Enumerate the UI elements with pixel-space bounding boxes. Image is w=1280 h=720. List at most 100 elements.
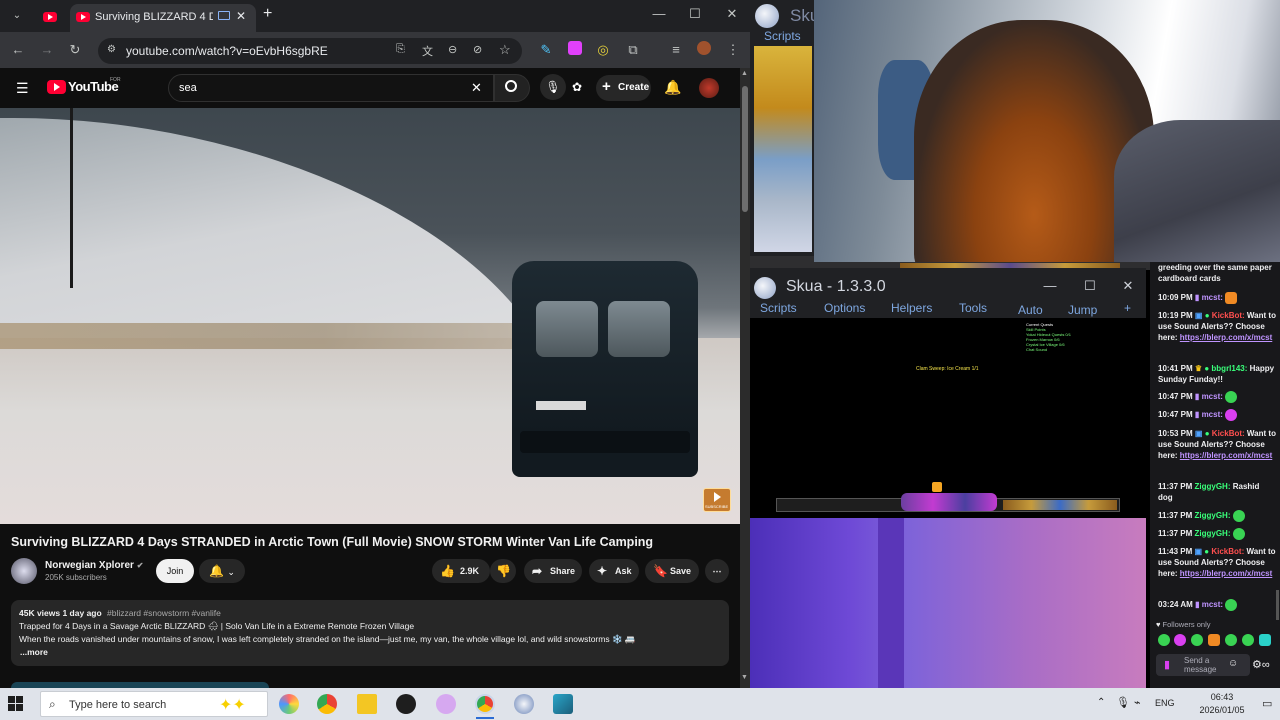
emote-pink-icon[interactable] [1174, 634, 1186, 646]
more-actions-button[interactable]: ⋯ [705, 559, 729, 583]
skua-maximize-icon[interactable]: ☐ [1082, 278, 1098, 294]
skua-minimize-icon[interactable]: — [1042, 278, 1058, 293]
language-indicator[interactable]: ENG [1155, 698, 1175, 708]
chat-username[interactable]: mcst: [1202, 410, 1223, 419]
minimize-icon[interactable]: — [647, 6, 671, 21]
skua-app-icon[interactable] [514, 694, 534, 714]
emote-teal-icon[interactable] [1259, 634, 1271, 646]
bookmark-star-icon[interactable]: ☆ [499, 42, 511, 58]
skua-top-game-view[interactable] [754, 46, 812, 252]
snipping-tool-icon[interactable] [436, 694, 456, 714]
maximize-icon[interactable]: ☐ [683, 6, 707, 22]
hamburger-menu-icon[interactable]: ☰ [16, 80, 29, 97]
description-box[interactable]: 45K views 1 day ago #blizzard #snowstorm… [11, 600, 729, 666]
emote-orange-icon[interactable] [1208, 634, 1220, 646]
address-bar[interactable]: ⚙ youtube.com/watch?v=oEvbH6sgbRE ⎘ 文 ⊖ … [98, 38, 522, 64]
page-scrollbar[interactable]: ▲ ▼ [740, 68, 750, 688]
share-button[interactable]: ➦ Share [524, 559, 582, 583]
search-highlight-icon[interactable]: ✦✦ [219, 695, 246, 715]
chat-link[interactable]: https://blerp.com/x/mcst [1180, 569, 1272, 578]
video-player[interactable]: SUBSCRIBE [0, 108, 740, 524]
close-window-icon[interactable]: ✕ [720, 6, 744, 22]
chat-link[interactable]: https://blerp.com/x/mcst [1180, 451, 1272, 460]
save-button[interactable]: 🔖 Save [645, 559, 699, 583]
youtube-logo-icon[interactable] [47, 80, 66, 94]
eye-off-icon[interactable]: ⊘ [473, 43, 482, 56]
skua-menu-auto[interactable]: Auto [1018, 303, 1043, 317]
chrome-active-icon[interactable] [475, 694, 495, 714]
obs-icon[interactable] [396, 694, 416, 714]
emoji-picker-icon[interactable]: ☺ [1228, 658, 1238, 669]
skua-menu-helpers[interactable]: Helpers [891, 301, 932, 315]
chat-message-input[interactable]: ▮ Send a message ☺ [1156, 654, 1250, 676]
scroll-down-icon[interactable]: ▼ [741, 674, 748, 681]
new-tab-button[interactable]: + [263, 5, 272, 23]
show-more-link[interactable]: ...more [20, 647, 48, 657]
create-button[interactable]: + Create [596, 75, 651, 101]
channel-name[interactable]: Norwegian Xplorer ✔ [45, 560, 143, 571]
install-app-icon[interactable]: ⎘ [396, 43, 405, 56]
tab-search-button[interactable]: ⌄ [8, 7, 26, 25]
windows-start-icon[interactable] [8, 696, 24, 712]
chat-settings-icon[interactable]: ⚙∞ [1252, 658, 1270, 671]
media-queue-icon[interactable]: ≡ [667, 41, 685, 59]
skua-menu-options[interactable]: Options [824, 301, 865, 315]
back-icon[interactable]: ← [9, 41, 27, 59]
tab-active[interactable]: Surviving BLIZZARD 4 Days ✕ [70, 4, 256, 32]
badge-select-icon[interactable]: ▮ [1164, 658, 1170, 671]
emote-green-icon[interactable] [1191, 634, 1203, 646]
skua-menu-plus[interactable]: + [1124, 301, 1131, 315]
extension-2-icon[interactable] [566, 41, 584, 59]
chat-username[interactable]: mcst: [1202, 600, 1223, 609]
profile-avatar[interactable] [695, 41, 713, 59]
reload-icon[interactable]: ↻ [66, 41, 84, 59]
clear-search-icon[interactable]: ✕ [471, 80, 482, 96]
clock-date[interactable]: 2026/01/05 [1188, 705, 1256, 715]
scroll-up-icon[interactable]: ▲ [741, 70, 748, 77]
chat-username[interactable]: ZiggyGH: [1194, 482, 1230, 491]
tab-youtube-inactive[interactable] [36, 6, 66, 28]
chat-username[interactable]: bbgrl143: [1211, 364, 1247, 373]
translate-icon[interactable]: 文 [422, 43, 433, 59]
taskbar-search-input[interactable]: ⌕ Type here to search ✦✦ [40, 691, 268, 717]
chat-username[interactable]: mcst: [1202, 293, 1223, 302]
browser-menu-icon[interactable]: ⋮ [724, 41, 742, 59]
voice-search-icon[interactable]: 🎙 [540, 74, 566, 100]
emote-green-icon[interactable] [1242, 634, 1254, 646]
search-button[interactable] [494, 74, 530, 102]
tab-close-icon[interactable]: ✕ [236, 9, 246, 23]
skua-menu-tools[interactable]: Tools [959, 301, 987, 315]
hotbar-skills[interactable] [901, 493, 997, 511]
extensions-puzzle-icon[interactable]: ⧉ [624, 41, 642, 59]
game-hotbar[interactable] [776, 493, 1120, 512]
clock-time[interactable]: 06:43 [1188, 692, 1256, 702]
tray-chevron-icon[interactable]: ⌃ [1097, 697, 1105, 708]
skua-close-icon[interactable]: ✕ [1120, 278, 1136, 294]
game-app-icon[interactable] [553, 694, 573, 714]
hashtags[interactable]: #blizzard #snowstorm #vanlife [107, 608, 221, 618]
chat-username[interactable]: KickBot: [1212, 311, 1245, 320]
join-button[interactable]: Join [156, 559, 194, 583]
youtube-search-input[interactable]: sea ✕ [168, 74, 494, 102]
microphone-tray-icon[interactable]: 🎙 [1116, 696, 1130, 709]
subscribe-watermark[interactable]: SUBSCRIBE [703, 488, 731, 512]
extension-badge-icon[interactable]: ✿ [572, 80, 582, 94]
chrome-icon[interactable] [317, 694, 337, 714]
skua-menu-jump[interactable]: Jump [1068, 303, 1097, 317]
site-info-icon[interactable]: ⚙ [107, 44, 116, 55]
channel-avatar[interactable] [11, 558, 37, 584]
notifications-tray-icon[interactable]: ▭ [1262, 697, 1272, 710]
file-explorer-icon[interactable] [357, 694, 377, 714]
chat-scrollbar[interactable] [1276, 590, 1279, 620]
skua-game-view[interactable]: Clam Sweep: Ice Cream 1/1 Current Quests… [750, 318, 1146, 518]
like-button[interactable]: 👍 2.9K [432, 559, 490, 583]
zoom-icon[interactable]: ⊖ [448, 43, 457, 56]
notifications-bell-icon[interactable]: 🔔 [664, 79, 681, 96]
hotbar-items[interactable] [1003, 500, 1117, 510]
emote-green-icon[interactable] [1158, 634, 1170, 646]
chat-username[interactable]: KickBot: [1211, 547, 1244, 556]
chat-username[interactable]: ZiggyGH: [1194, 511, 1230, 520]
account-avatar[interactable] [699, 78, 719, 98]
chat-username[interactable]: KickBot: [1212, 429, 1245, 438]
skua-menu-scripts[interactable]: Scripts [760, 301, 797, 315]
